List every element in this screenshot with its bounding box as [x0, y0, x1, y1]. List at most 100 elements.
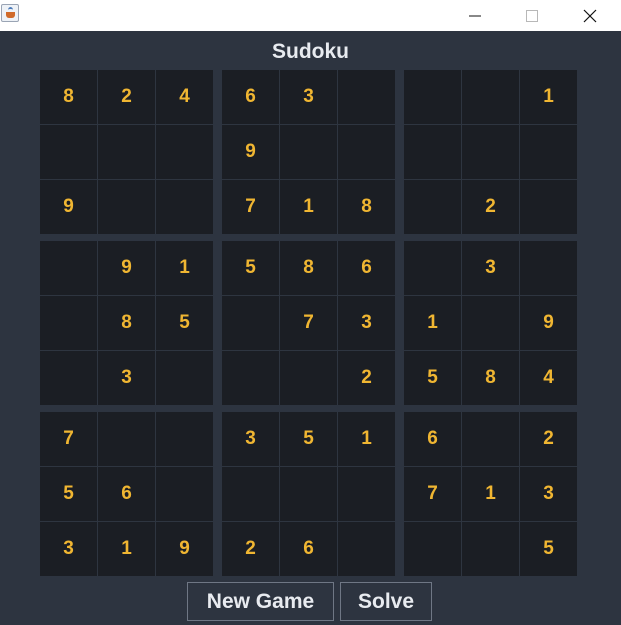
sudoku-cell-r9c9[interactable]: 5: [520, 522, 577, 576]
java-coffee-cup-icon[interactable]: [1, 4, 19, 22]
sudoku-cell-r8c6[interactable]: [338, 467, 395, 521]
new-game-button[interactable]: New Game: [187, 582, 334, 621]
sudoku-cell-r7c9[interactable]: 2: [520, 412, 577, 466]
sudoku-cell-r5c8[interactable]: [462, 296, 519, 350]
sudoku-cell-r4c9[interactable]: [520, 241, 577, 295]
sudoku-cell-r1c3[interactable]: 4: [156, 70, 213, 124]
sudoku-cell-r7c3[interactable]: [156, 412, 213, 466]
close-button[interactable]: [567, 0, 613, 31]
sudoku-box-5: 586732: [222, 241, 395, 405]
sudoku-box-3: 12: [404, 70, 577, 234]
sudoku-cell-r3c9[interactable]: [520, 180, 577, 234]
sudoku-cell-r3c1[interactable]: 9: [40, 180, 97, 234]
sudoku-board: 8249639718129185358673231958475631935126…: [40, 70, 577, 576]
sudoku-cell-r9c8[interactable]: [462, 522, 519, 576]
sudoku-cell-r1c7[interactable]: [404, 70, 461, 124]
sudoku-cell-r2c3[interactable]: [156, 125, 213, 179]
sudoku-cell-r6c7[interactable]: 5: [404, 351, 461, 405]
sudoku-box-2: 639718: [222, 70, 395, 234]
sudoku-cell-r3c4[interactable]: 7: [222, 180, 279, 234]
sudoku-cell-r2c9[interactable]: [520, 125, 577, 179]
sudoku-cell-r3c2[interactable]: [98, 180, 155, 234]
sudoku-cell-r6c6[interactable]: 2: [338, 351, 395, 405]
sudoku-cell-r1c1[interactable]: 8: [40, 70, 97, 124]
sudoku-cell-r8c8[interactable]: 1: [462, 467, 519, 521]
sudoku-cell-r5c6[interactable]: 3: [338, 296, 395, 350]
sudoku-cell-r3c7[interactable]: [404, 180, 461, 234]
sudoku-cell-r9c3[interactable]: 9: [156, 522, 213, 576]
sudoku-box-8: 351 26: [222, 412, 395, 576]
sudoku-cell-r3c3[interactable]: [156, 180, 213, 234]
maximize-icon: [526, 9, 538, 22]
sudoku-box-7: 756319: [40, 412, 213, 576]
sudoku-cell-r9c1[interactable]: 3: [40, 522, 97, 576]
sudoku-cell-r9c7[interactable]: [404, 522, 461, 576]
sudoku-cell-r9c6[interactable]: [338, 522, 395, 576]
sudoku-cell-r4c4[interactable]: 5: [222, 241, 279, 295]
sudoku-cell-r8c5[interactable]: [280, 467, 337, 521]
sudoku-cell-r7c4[interactable]: 3: [222, 412, 279, 466]
sudoku-cell-r1c2[interactable]: 2: [98, 70, 155, 124]
sudoku-box-9: 6 2 7135: [404, 412, 577, 576]
sudoku-cell-r1c4[interactable]: 6: [222, 70, 279, 124]
minimize-icon: [469, 15, 481, 16]
sudoku-cell-r5c7[interactable]: 1: [404, 296, 461, 350]
sudoku-cell-r6c9[interactable]: 4: [520, 351, 577, 405]
sudoku-cell-r4c5[interactable]: 8: [280, 241, 337, 295]
sudoku-cell-r9c4[interactable]: 2: [222, 522, 279, 576]
sudoku-cell-r9c2[interactable]: 1: [98, 522, 155, 576]
sudoku-cell-r6c8[interactable]: 8: [462, 351, 519, 405]
sudoku-cell-r2c1[interactable]: [40, 125, 97, 179]
sudoku-cell-r3c5[interactable]: 1: [280, 180, 337, 234]
sudoku-cell-r5c3[interactable]: 5: [156, 296, 213, 350]
sudoku-cell-r4c1[interactable]: [40, 241, 97, 295]
sudoku-cell-r5c4[interactable]: [222, 296, 279, 350]
maximize-button[interactable]: [509, 0, 555, 31]
sudoku-cell-r4c3[interactable]: 1: [156, 241, 213, 295]
sudoku-cell-r7c6[interactable]: 1: [338, 412, 395, 466]
sudoku-cell-r3c6[interactable]: 8: [338, 180, 395, 234]
sudoku-cell-r7c1[interactable]: 7: [40, 412, 97, 466]
sudoku-cell-r8c2[interactable]: 6: [98, 467, 155, 521]
sudoku-cell-r2c2[interactable]: [98, 125, 155, 179]
sudoku-cell-r1c5[interactable]: 3: [280, 70, 337, 124]
sudoku-cell-r7c8[interactable]: [462, 412, 519, 466]
sudoku-cell-r8c3[interactable]: [156, 467, 213, 521]
sudoku-cell-r6c4[interactable]: [222, 351, 279, 405]
sudoku-box-1: 824 9: [40, 70, 213, 234]
solve-button[interactable]: Solve: [340, 582, 432, 621]
window-titlebar: [0, 0, 621, 31]
sudoku-cell-r7c2[interactable]: [98, 412, 155, 466]
sudoku-cell-r6c5[interactable]: [280, 351, 337, 405]
sudoku-cell-r5c5[interactable]: 7: [280, 296, 337, 350]
sudoku-cell-r7c7[interactable]: 6: [404, 412, 461, 466]
sudoku-cell-r4c2[interactable]: 9: [98, 241, 155, 295]
sudoku-cell-r2c8[interactable]: [462, 125, 519, 179]
sudoku-cell-r2c4[interactable]: 9: [222, 125, 279, 179]
sudoku-box-6: 31 9 584: [404, 241, 577, 405]
sudoku-cell-r5c9[interactable]: 9: [520, 296, 577, 350]
sudoku-cell-r4c8[interactable]: 3: [462, 241, 519, 295]
sudoku-cell-r4c7[interactable]: [404, 241, 461, 295]
sudoku-cell-r8c7[interactable]: 7: [404, 467, 461, 521]
sudoku-cell-r2c5[interactable]: [280, 125, 337, 179]
sudoku-cell-r2c6[interactable]: [338, 125, 395, 179]
sudoku-cell-r5c2[interactable]: 8: [98, 296, 155, 350]
sudoku-cell-r1c8[interactable]: [462, 70, 519, 124]
sudoku-cell-r1c6[interactable]: [338, 70, 395, 124]
sudoku-cell-r5c1[interactable]: [40, 296, 97, 350]
game-title: Sudoku: [272, 40, 349, 63]
sudoku-cell-r7c5[interactable]: 5: [280, 412, 337, 466]
sudoku-cell-r4c6[interactable]: 6: [338, 241, 395, 295]
sudoku-cell-r6c2[interactable]: 3: [98, 351, 155, 405]
sudoku-cell-r8c1[interactable]: 5: [40, 467, 97, 521]
sudoku-cell-r1c9[interactable]: 1: [520, 70, 577, 124]
sudoku-cell-r8c9[interactable]: 3: [520, 467, 577, 521]
sudoku-cell-r6c3[interactable]: [156, 351, 213, 405]
sudoku-cell-r3c8[interactable]: 2: [462, 180, 519, 234]
sudoku-cell-r8c4[interactable]: [222, 467, 279, 521]
sudoku-cell-r2c7[interactable]: [404, 125, 461, 179]
minimize-button[interactable]: [452, 0, 498, 31]
sudoku-cell-r9c5[interactable]: 6: [280, 522, 337, 576]
sudoku-cell-r6c1[interactable]: [40, 351, 97, 405]
